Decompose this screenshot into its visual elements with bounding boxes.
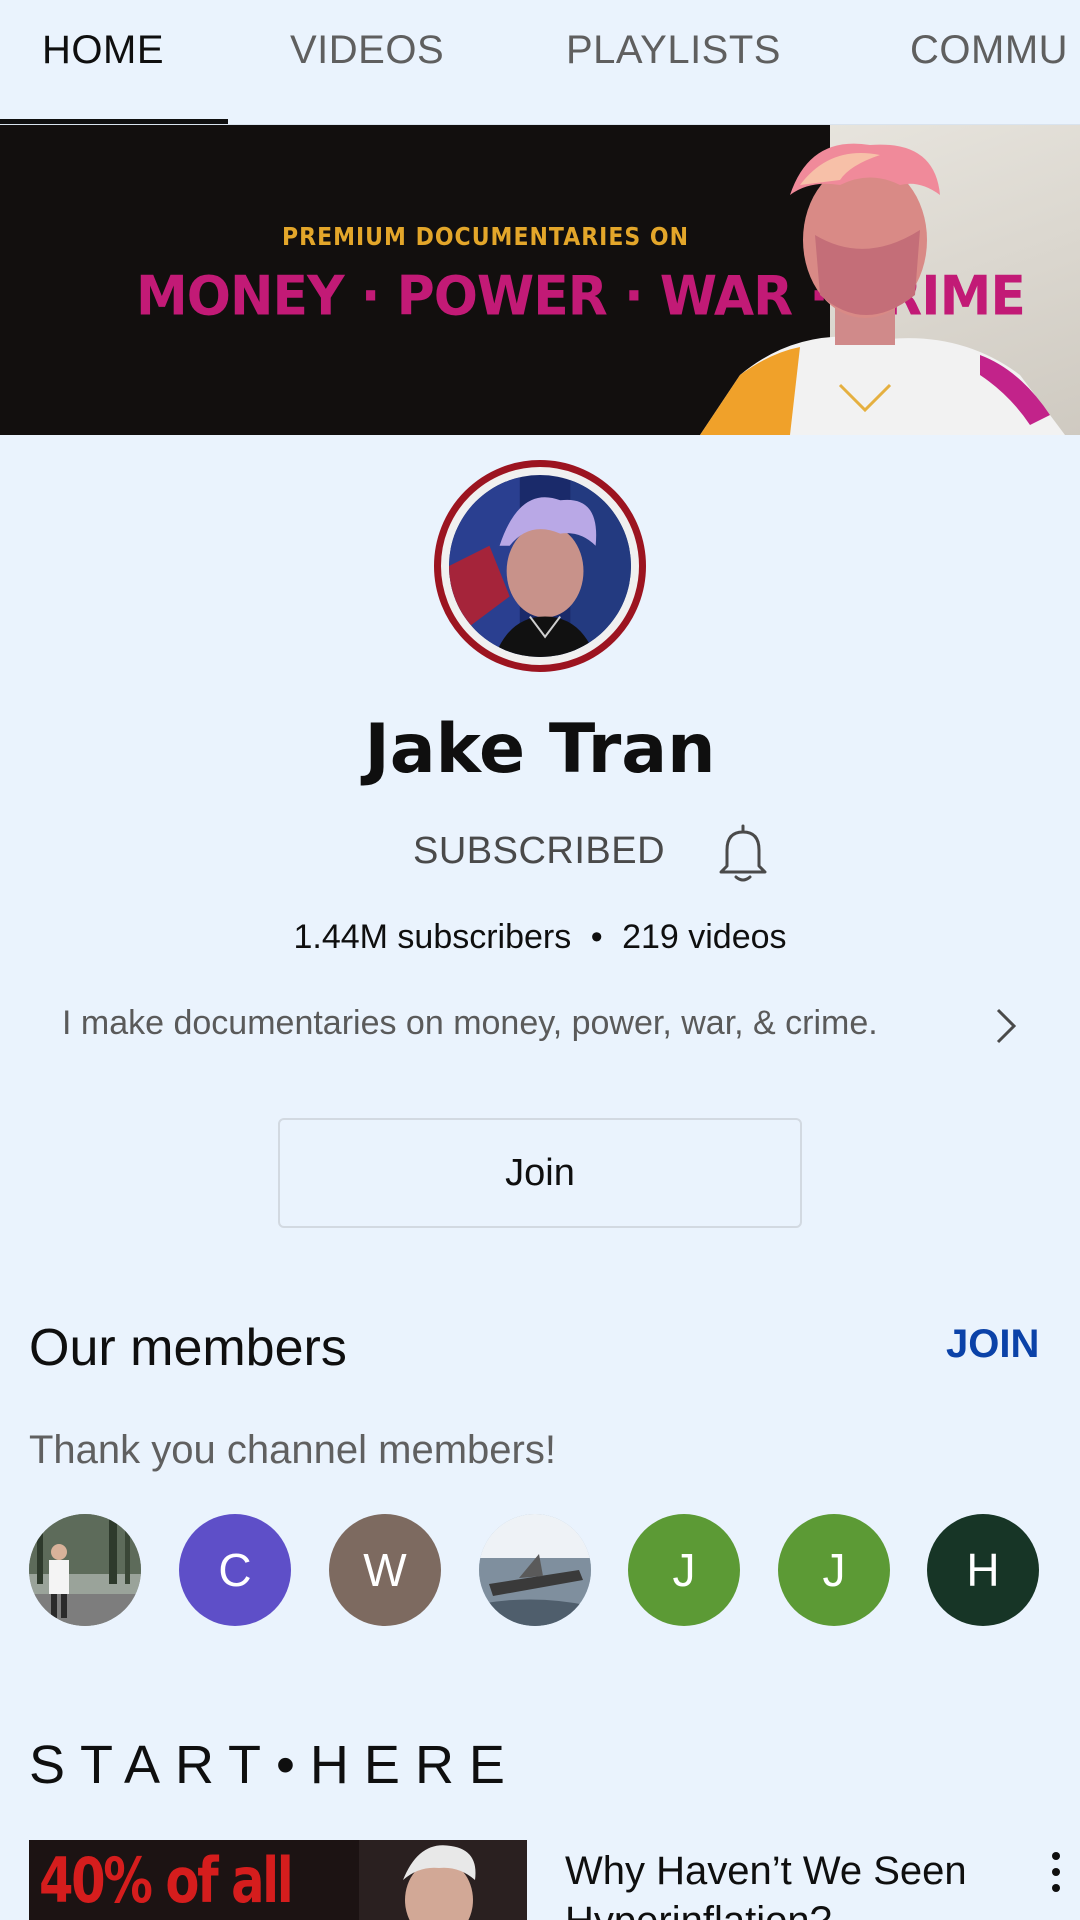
section-title: START•HERE: [29, 1735, 520, 1795]
subscriber-count: 1.44M subscribers: [293, 918, 572, 956]
members-join-link[interactable]: JOIN: [946, 1322, 1039, 1367]
chevron-right-icon: [996, 1008, 1017, 1044]
tab-community[interactable]: COMMU: [910, 28, 1068, 78]
member-avatar-boat-photo[interactable]: [479, 1514, 591, 1626]
subscribed-button[interactable]: SUBSCRIBED: [413, 830, 665, 873]
stats-separator: •: [590, 918, 603, 956]
channel-avatar[interactable]: [434, 460, 646, 672]
video-count: 219 videos: [622, 918, 787, 956]
channel-banner: PREMIUM DOCUMENTARIES ON MONEY · POWER ·…: [0, 125, 1080, 435]
member-avatar-h[interactable]: H: [927, 1514, 1039, 1626]
member-avatar-person-photo[interactable]: [29, 1514, 141, 1626]
banner-subtitle: PREMIUM DOCUMENTARIES ON: [282, 223, 689, 252]
member-avatar-w[interactable]: W: [329, 1514, 441, 1626]
member-avatar-c[interactable]: C: [179, 1514, 291, 1626]
person-photo-icon: [29, 1514, 141, 1626]
member-initial: C: [218, 1544, 252, 1596]
tab-playlists[interactable]: PLAYLISTS: [566, 28, 781, 78]
video-thumbnail[interactable]: 40% of all: [29, 1840, 527, 1920]
channel-stats: 1.44M subscribers • 219 videos: [0, 918, 1080, 957]
member-initial: J: [672, 1544, 696, 1596]
channel-description: I make documentaries on money, power, wa…: [62, 1004, 878, 1042]
video-title[interactable]: Why Haven’t We Seen Hyperinflation?: [565, 1846, 1005, 1920]
channel-tabs: HOME VIDEOS PLAYLISTS COMMU: [0, 0, 1080, 125]
more-options-icon[interactable]: [1048, 1850, 1064, 1894]
banner-person-illustration: [700, 143, 1065, 435]
subscribe-row: SUBSCRIBED: [0, 822, 1080, 882]
tab-videos[interactable]: VIDEOS: [290, 28, 444, 78]
member-initial: H: [966, 1544, 1000, 1596]
tab-home[interactable]: HOME: [42, 28, 164, 78]
thumbnail-person-image: [359, 1840, 527, 1920]
channel-description-row[interactable]: I make documentaries on money, power, wa…: [62, 1004, 1022, 1048]
member-initial: J: [822, 1544, 846, 1596]
boat-photo-icon: [479, 1514, 591, 1626]
channel-name: Jake Tran: [364, 710, 716, 789]
avatar-image: [449, 475, 631, 657]
member-initial: W: [363, 1544, 407, 1596]
thumbnail-text: 40% of all: [39, 1844, 294, 1917]
members-subtitle: Thank you channel members!: [29, 1428, 556, 1472]
bell-icon[interactable]: [715, 822, 771, 884]
member-avatar-j[interactable]: J: [778, 1514, 890, 1626]
members-title: Our members: [29, 1319, 347, 1377]
join-button[interactable]: Join: [278, 1118, 802, 1228]
member-avatar-j[interactable]: J: [628, 1514, 740, 1626]
